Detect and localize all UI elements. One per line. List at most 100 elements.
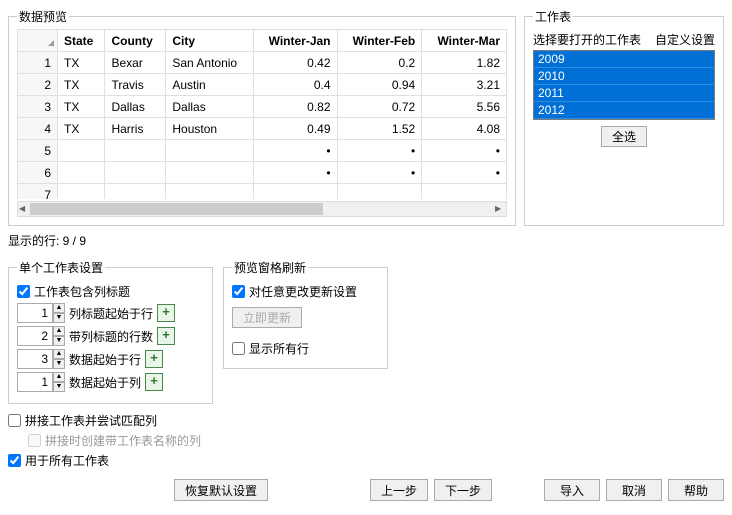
table-row[interactable]: 6••• — [18, 162, 507, 184]
restore-defaults-button[interactable]: 恢复默认设置 — [174, 479, 268, 501]
col-county: County — [105, 30, 166, 52]
row-number: 7 — [18, 184, 58, 200]
row-number: 5 — [18, 140, 58, 162]
cell-county: Travis — [105, 74, 166, 96]
header-start-row-label: 列标题起始于行 — [69, 305, 153, 322]
spin-up-icon[interactable]: ▲ — [53, 303, 65, 313]
refresh-on-change-label: 对任意更改更新设置 — [249, 283, 357, 300]
table-row[interactable]: 1TXBexarSan Antonio0.420.21.82 — [18, 52, 507, 74]
cell-mar: • — [422, 162, 507, 184]
select-sheets-label: 选择要打开的工作表 — [533, 31, 641, 48]
spin-up-icon[interactable]: ▲ — [53, 326, 65, 336]
preview-refresh-legend: 预览窗格刷新 — [232, 259, 308, 276]
import-button[interactable]: 导入 — [544, 479, 600, 501]
cell-jan: 0.82 — [253, 96, 337, 118]
spin-up-icon[interactable]: ▲ — [53, 349, 65, 359]
spin-down-icon[interactable]: ▼ — [53, 382, 65, 392]
rows-shown-label: 显示的行: 9 / 9 — [8, 232, 724, 249]
custom-settings-label: 自定义设置 — [655, 31, 715, 48]
sheet-item[interactable]: 2010 — [534, 68, 714, 85]
concat-sheets-checkbox[interactable] — [8, 414, 21, 427]
cell-state: TX — [58, 96, 105, 118]
cell-county: Bexar — [105, 52, 166, 74]
cell-mar: • — [422, 140, 507, 162]
show-all-rows-label: 显示所有行 — [249, 340, 309, 357]
table-row[interactable]: 7 — [18, 184, 507, 200]
concat-sheets-label: 拼接工作表并尝试匹配列 — [25, 412, 157, 429]
cell-feb: 0.94 — [337, 74, 422, 96]
cell-feb: • — [337, 140, 422, 162]
spin-down-icon[interactable]: ▼ — [53, 313, 65, 323]
data-preview-legend: 数据预览 — [17, 8, 69, 25]
cell-feb: 1.52 — [337, 118, 422, 140]
cell-state — [58, 184, 105, 200]
help-button[interactable]: 帮助 — [668, 479, 724, 501]
sheet-item[interactable]: 2011 — [534, 85, 714, 102]
cell-feb: 0.72 — [337, 96, 422, 118]
sheet-list[interactable]: 2009201020112012 — [533, 50, 715, 120]
create-sheet-name-col-label: 拼接时创建带工作表名称的列 — [45, 432, 201, 449]
cell-jan — [253, 184, 337, 200]
scroll-left-icon[interactable]: ◀ — [19, 204, 29, 214]
cell-city — [166, 184, 253, 200]
row-number: 4 — [18, 118, 58, 140]
cell-county — [105, 140, 166, 162]
horizontal-scrollbar[interactable]: ◀ ▶ — [17, 201, 507, 217]
sheet-item[interactable]: 2009 — [534, 51, 714, 68]
plus-icon[interactable]: + — [157, 304, 175, 322]
spin-down-icon[interactable]: ▼ — [53, 336, 65, 346]
cell-state: TX — [58, 52, 105, 74]
cell-mar: 3.21 — [422, 74, 507, 96]
col-winter-feb: Winter-Feb — [337, 30, 422, 52]
apply-all-sheets-checkbox[interactable] — [8, 454, 21, 467]
data-start-row-input[interactable] — [17, 349, 53, 369]
table-row[interactable]: 5••• — [18, 140, 507, 162]
sheet-item[interactable]: 2012 — [534, 102, 714, 119]
next-button[interactable]: 下一步 — [434, 479, 492, 501]
has-headers-label: 工作表包含列标题 — [34, 283, 130, 300]
preview-table-wrap[interactable]: State County City Winter-Jan Winter-Feb … — [17, 29, 507, 199]
scroll-thumb[interactable] — [30, 203, 323, 215]
cell-city: Dallas — [166, 96, 253, 118]
preview-table: State County City Winter-Jan Winter-Feb … — [17, 29, 507, 199]
table-row[interactable]: 3TXDallasDallas0.820.725.56 — [18, 96, 507, 118]
table-corner — [18, 30, 58, 52]
header-rows-count-input[interactable] — [17, 326, 53, 346]
cell-county: Harris — [105, 118, 166, 140]
cell-jan: 0.49 — [253, 118, 337, 140]
refresh-now-button[interactable]: 立即更新 — [232, 307, 302, 328]
plus-icon[interactable]: + — [145, 373, 163, 391]
cancel-button[interactable]: 取消 — [606, 479, 662, 501]
cell-state: TX — [58, 118, 105, 140]
refresh-on-change-checkbox[interactable] — [232, 285, 245, 298]
has-headers-checkbox[interactable] — [17, 285, 30, 298]
plus-icon[interactable]: + — [157, 327, 175, 345]
header-start-row-input[interactable] — [17, 303, 53, 323]
single-sheet-legend: 单个工作表设置 — [17, 259, 105, 276]
cell-county: Dallas — [105, 96, 166, 118]
plus-icon[interactable]: + — [145, 350, 163, 368]
create-sheet-name-col-checkbox — [28, 434, 41, 447]
cell-mar: 1.82 — [422, 52, 507, 74]
select-all-button[interactable]: 全选 — [601, 126, 647, 147]
data-preview-group: 数据预览 State County City Winter-Jan Winter… — [8, 8, 516, 226]
table-row[interactable]: 2TXTravisAustin0.40.943.21 — [18, 74, 507, 96]
cell-feb: 0.2 — [337, 52, 422, 74]
prev-button[interactable]: 上一步 — [370, 479, 428, 501]
cell-county — [105, 162, 166, 184]
table-row[interactable]: 4TXHarrisHouston0.491.524.08 — [18, 118, 507, 140]
cell-jan: 0.42 — [253, 52, 337, 74]
spin-down-icon[interactable]: ▼ — [53, 359, 65, 369]
data-start-col-label: 数据起始于列 — [69, 374, 141, 391]
cell-state — [58, 162, 105, 184]
data-start-col-input[interactable] — [17, 372, 53, 392]
row-number: 1 — [18, 52, 58, 74]
cell-feb — [337, 184, 422, 200]
cell-city — [166, 162, 253, 184]
row-number: 6 — [18, 162, 58, 184]
spin-up-icon[interactable]: ▲ — [53, 372, 65, 382]
worksheets-group: 工作表 选择要打开的工作表 自定义设置 2009201020112012 全选 — [524, 8, 724, 226]
show-all-rows-checkbox[interactable] — [232, 342, 245, 355]
cell-county — [105, 184, 166, 200]
scroll-right-icon[interactable]: ▶ — [495, 204, 505, 214]
